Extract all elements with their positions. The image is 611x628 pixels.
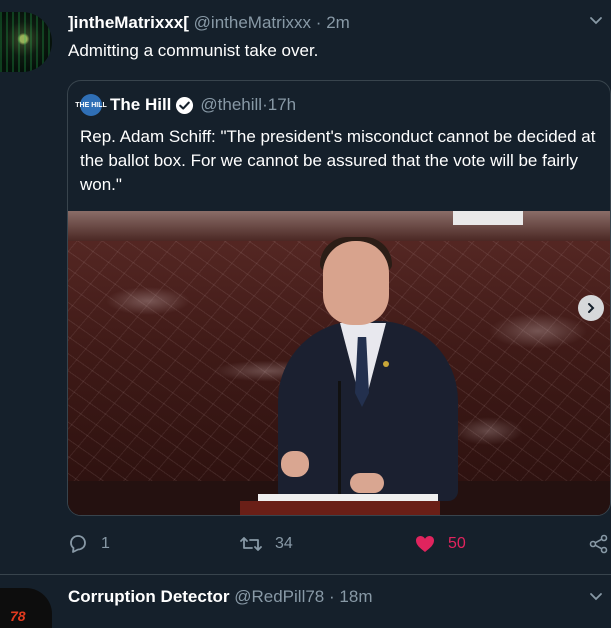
quoted-tweet-text: Rep. Adam Schiff: "The president's misco… — [80, 127, 596, 194]
reply-count: 1 — [101, 535, 110, 552]
timestamp[interactable]: 18m — [339, 587, 372, 606]
separator: · — [329, 587, 335, 606]
avatar-text: 78 — [10, 608, 26, 624]
speaker-hand — [350, 473, 384, 493]
handle[interactable]: @intheMatrixxx — [194, 13, 311, 32]
quoted-tweet-header: THE HILL The Hill @thehill · 17h — [75, 93, 296, 117]
display-name[interactable]: ]intheMatrixxx[ — [68, 13, 189, 32]
timestamp[interactable]: 2m — [326, 13, 350, 32]
chevron-right-icon — [588, 303, 595, 313]
quoted-avatar[interactable]: THE HILL — [75, 94, 107, 116]
lapel-pin — [383, 361, 389, 367]
reply-button[interactable]: 1 — [67, 534, 110, 554]
quoted-timestamp[interactable]: 17h — [268, 95, 296, 115]
quoted-tweet[interactable]: THE HILL The Hill @thehill · 17h Rep. Ad… — [67, 80, 611, 516]
light-fixture — [453, 211, 523, 225]
tweet-header: ]intheMatrixxx[ @intheMatrixxx · 2m — [68, 12, 350, 34]
chevron-down-icon[interactable] — [589, 14, 603, 28]
tweet-header: Corruption Detector @RedPill78 · 18m — [68, 586, 372, 608]
video-thumbnail[interactable] — [68, 211, 610, 515]
avatar[interactable] — [0, 12, 52, 72]
divider — [0, 574, 611, 575]
action-bar: 1 34 50 — [67, 530, 611, 560]
microphone — [338, 381, 341, 501]
handle[interactable]: @RedPill78 — [234, 587, 324, 606]
lectern — [240, 501, 440, 515]
chevron-down-icon[interactable] — [589, 590, 603, 604]
share-button[interactable] — [589, 534, 611, 554]
next-media-button[interactable] — [578, 295, 604, 321]
like-button[interactable]: 50 — [414, 534, 466, 554]
quoted-display-name[interactable]: The Hill — [110, 95, 171, 115]
share-icon — [589, 534, 608, 554]
avatar[interactable]: 78 — [0, 588, 52, 628]
retweet-count: 34 — [275, 535, 293, 552]
tweet[interactable]: 78 Corruption Detector @RedPill78 · 18m — [0, 578, 611, 628]
marble-ledge — [68, 211, 610, 241]
heart-icon — [416, 536, 434, 552]
reply-icon — [70, 535, 86, 553]
speaker-hand — [281, 451, 309, 477]
display-name[interactable]: Corruption Detector — [68, 587, 230, 606]
retweet-button[interactable]: 34 — [239, 534, 293, 554]
tweet[interactable]: ]intheMatrixxx[ @intheMatrixxx · 2m Admi… — [0, 0, 611, 578]
tweet-text: Admitting a communist take over. — [68, 41, 319, 60]
quoted-handle[interactable]: @thehill — [200, 95, 262, 115]
speaker-head — [323, 241, 389, 325]
separator: · — [315, 13, 322, 32]
retweet-icon — [240, 537, 262, 551]
verified-badge-icon — [176, 96, 194, 114]
like-count: 50 — [448, 535, 466, 552]
